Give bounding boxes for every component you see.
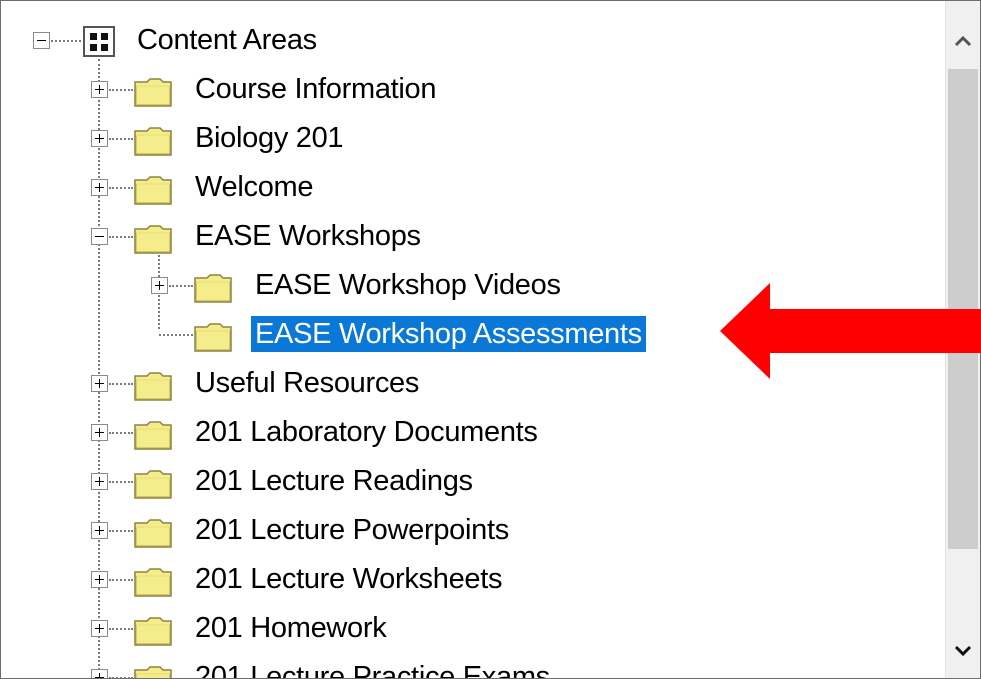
folder-icon <box>134 666 172 678</box>
tree-line <box>109 89 133 91</box>
tree-line <box>159 334 193 336</box>
tree-line <box>51 40 81 42</box>
tree-item[interactable]: 201 Lecture Worksheets <box>1 556 946 605</box>
tree-line <box>109 383 133 385</box>
tree-line <box>109 677 133 678</box>
folder-icon <box>194 274 232 303</box>
tree-item-label[interactable]: 201 Lecture Practice Exams <box>191 659 554 678</box>
expand-toggle[interactable] <box>91 375 108 392</box>
scroll-up-button[interactable] <box>946 23 980 59</box>
tree-item-label[interactable]: 201 Laboratory Documents <box>191 414 542 450</box>
tree-item[interactable]: 201 Lecture Practice Exams <box>1 654 946 678</box>
folder-icon <box>134 176 172 205</box>
folder-icon <box>134 421 172 450</box>
folder-icon <box>134 78 172 107</box>
expand-toggle[interactable] <box>91 130 108 147</box>
tree-item[interactable]: 201 Laboratory Documents <box>1 409 946 458</box>
tree-item-label[interactable]: 201 Lecture Readings <box>191 463 477 499</box>
expand-toggle[interactable] <box>91 669 108 678</box>
folder-icon <box>134 470 172 499</box>
tree-line <box>109 138 133 140</box>
chevron-down-icon <box>954 645 972 657</box>
expand-toggle[interactable] <box>91 424 108 441</box>
tree-item-label[interactable]: 201 Homework <box>191 610 390 646</box>
expand-toggle[interactable] <box>151 277 168 294</box>
tree-line <box>109 481 133 483</box>
tree-line <box>109 579 133 581</box>
tree-item-label[interactable]: EASE Workshops <box>191 218 425 254</box>
folder-icon <box>134 225 172 254</box>
expand-toggle[interactable] <box>91 81 108 98</box>
tree-item-label-selected[interactable]: EASE Workshop Assessments <box>251 316 646 352</box>
tree-line <box>109 530 133 532</box>
folder-icon <box>134 127 172 156</box>
scroll-down-button[interactable] <box>946 633 980 669</box>
tree-item-label[interactable]: Useful Resources <box>191 365 423 401</box>
tree-line <box>109 628 133 630</box>
tree-item-label[interactable]: 201 Lecture Worksheets <box>191 561 506 597</box>
tree-item-label[interactable]: 201 Lecture Powerpoints <box>191 512 513 548</box>
expand-toggle[interactable] <box>91 571 108 588</box>
tree-line <box>109 432 133 434</box>
collapse-toggle[interactable] <box>91 228 108 245</box>
grid-icon <box>83 26 115 57</box>
folder-icon <box>194 323 232 352</box>
red-arrow-icon <box>720 283 981 379</box>
tree-item[interactable]: 201 Homework <box>1 605 946 654</box>
tree-item-label[interactable]: Course Information <box>191 71 440 107</box>
collapse-toggle[interactable] <box>33 32 50 49</box>
tree-item[interactable]: Welcome <box>1 164 946 213</box>
tree-line <box>109 236 133 238</box>
tree-item-label[interactable]: Welcome <box>191 169 317 205</box>
tree-item[interactable]: Biology 201 <box>1 115 946 164</box>
expand-toggle[interactable] <box>91 620 108 637</box>
tree-item[interactable]: EASE Workshops <box>1 213 946 262</box>
expand-toggle[interactable] <box>91 179 108 196</box>
tree-line <box>169 285 193 287</box>
expand-toggle[interactable] <box>91 522 108 539</box>
folder-icon <box>134 568 172 597</box>
expand-toggle[interactable] <box>91 473 108 490</box>
folder-icon <box>134 519 172 548</box>
tree-root[interactable]: Content Areas <box>1 17 946 66</box>
folder-icon <box>134 372 172 401</box>
tree-root-label[interactable]: Content Areas <box>133 22 321 58</box>
tree-item-label[interactable]: EASE Workshop Videos <box>251 267 565 303</box>
chevron-up-icon <box>954 35 972 47</box>
tree-line <box>109 187 133 189</box>
tree-item[interactable]: 201 Lecture Powerpoints <box>1 507 946 556</box>
folder-icon <box>134 617 172 646</box>
tree-item[interactable]: Course Information <box>1 66 946 115</box>
tree-item[interactable]: 201 Lecture Readings <box>1 458 946 507</box>
tree-item-label[interactable]: Biology 201 <box>191 120 347 156</box>
